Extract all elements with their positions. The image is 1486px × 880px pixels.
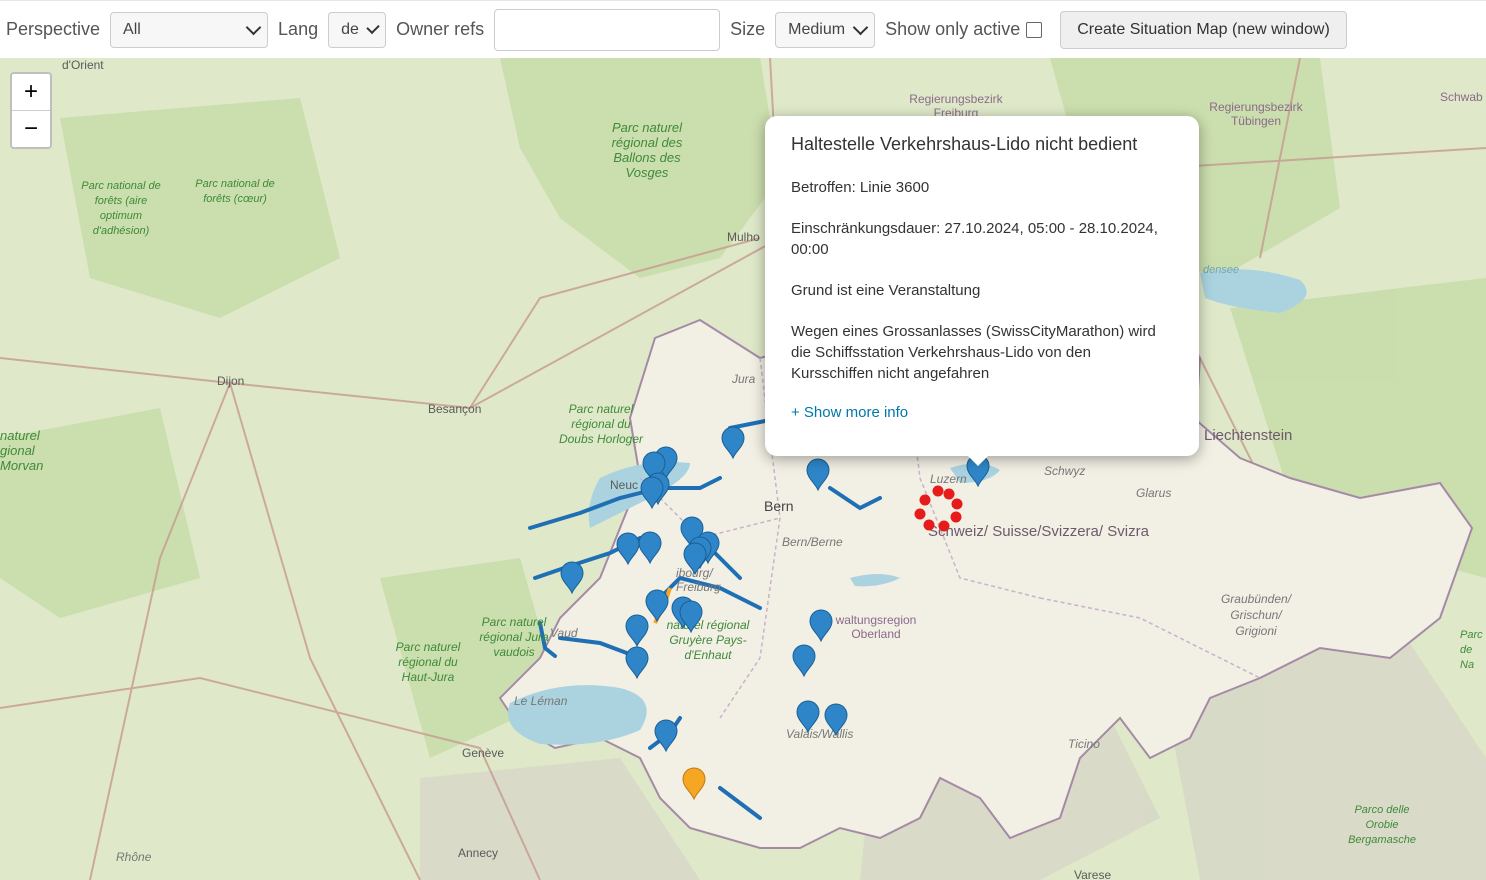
situation-marker[interactable] bbox=[616, 532, 640, 565]
situation-marker[interactable] bbox=[721, 426, 745, 459]
perspective-label: Perspective bbox=[6, 19, 101, 39]
show-more-info-link[interactable]: + Show more info bbox=[791, 404, 908, 421]
popup-duration: Einschränkungsdauer: 27.10.2024, 05:00 -… bbox=[791, 220, 1158, 258]
situation-marker[interactable] bbox=[683, 542, 707, 575]
size-label: Size bbox=[730, 19, 766, 39]
closure-circle[interactable] bbox=[914, 485, 963, 532]
situation-marker[interactable] bbox=[824, 703, 848, 736]
size-select-value: Medium bbox=[788, 20, 846, 38]
situation-popup: Haltestelle Verkehrshaus-Lido nicht bedi… bbox=[765, 116, 1199, 456]
situation-marker[interactable] bbox=[640, 476, 664, 509]
show-only-active-label: Show only active bbox=[885, 19, 1021, 39]
popup-description: Wegen eines Grossanlasses (SwissCityMara… bbox=[791, 323, 1156, 382]
chevron-down-icon bbox=[245, 19, 262, 35]
lang-select[interactable]: de bbox=[328, 11, 387, 48]
situation-marker[interactable] bbox=[654, 719, 678, 752]
popup-affected: Betroffen: Linie 3600 bbox=[791, 179, 930, 196]
perspective-select[interactable]: All bbox=[110, 11, 269, 48]
show-only-active-checkbox[interactable] bbox=[1026, 21, 1043, 38]
situation-marker[interactable] bbox=[806, 458, 830, 491]
create-situation-map-button[interactable]: Create Situation Map (new window) bbox=[1060, 10, 1347, 49]
situation-overlay bbox=[560, 426, 990, 800]
lang-select-value: de bbox=[341, 20, 359, 38]
chevron-down-icon bbox=[366, 20, 380, 34]
popup-title: Haltestelle Verkehrshaus-Lido nicht bedi… bbox=[791, 134, 1138, 154]
situation-marker[interactable] bbox=[809, 609, 833, 642]
owner-refs-input[interactable] bbox=[494, 8, 721, 51]
popup-tip bbox=[966, 454, 990, 466]
map-view[interactable]: + − d'Orient Parc naturel régional des B… bbox=[0, 58, 1486, 880]
size-select[interactable]: Medium bbox=[775, 11, 876, 48]
situation-marker[interactable] bbox=[625, 614, 649, 647]
toolbar: Perspective All Lang de Owner refs Size … bbox=[0, 0, 1486, 58]
perspective-select-value: All bbox=[123, 20, 141, 38]
situation-marker[interactable] bbox=[645, 589, 669, 622]
situation-marker-orange[interactable] bbox=[682, 767, 706, 800]
situation-marker[interactable] bbox=[796, 700, 820, 733]
chevron-down-icon bbox=[852, 19, 869, 35]
situation-marker[interactable] bbox=[560, 561, 584, 594]
owner-refs-label: Owner refs bbox=[396, 19, 485, 39]
situation-marker[interactable] bbox=[638, 531, 662, 564]
lang-label: Lang bbox=[278, 19, 319, 39]
popup-reason: Grund ist eine Veranstaltung bbox=[791, 282, 981, 299]
situation-marker[interactable] bbox=[792, 644, 816, 677]
situation-marker[interactable] bbox=[625, 646, 649, 679]
